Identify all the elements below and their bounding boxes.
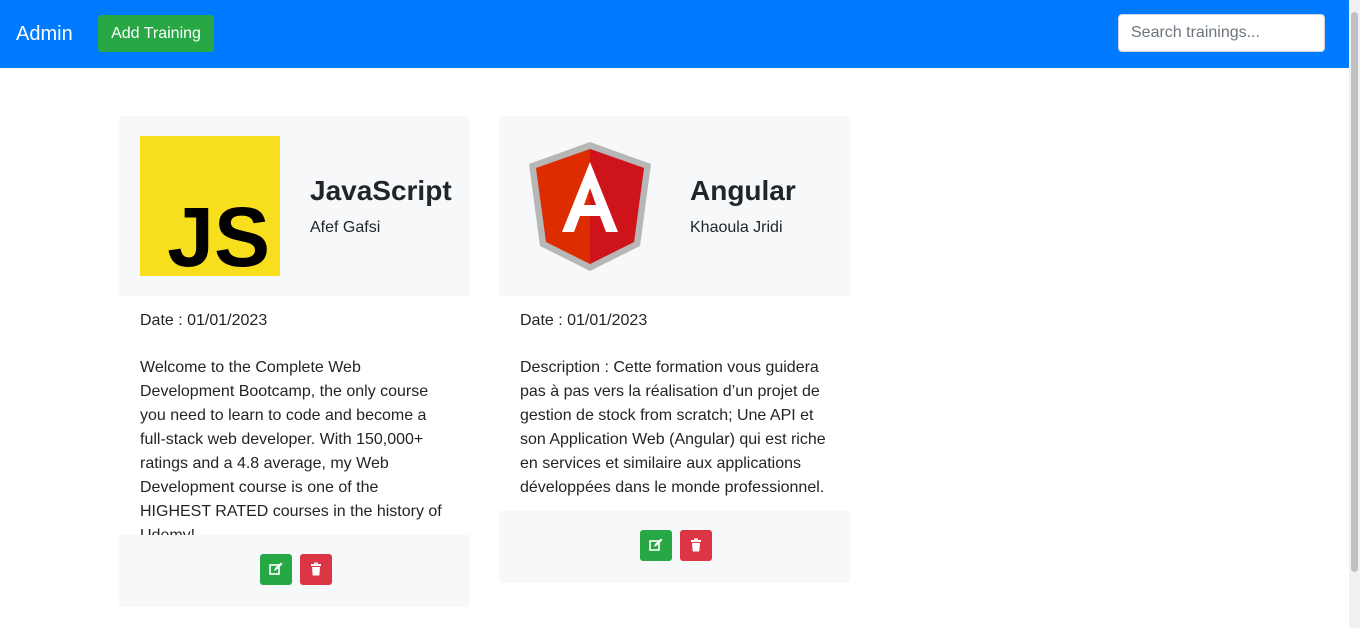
training-card: Angular Khaoula Jridi Date : 01/01/2023 … [499, 116, 850, 583]
training-description: Welcome to the Complete Web Development … [140, 359, 442, 544]
add-training-button[interactable]: Add Training [98, 15, 214, 52]
training-title: JavaScript [310, 175, 452, 206]
training-author: Khaoula Jridi [690, 219, 783, 236]
trash-icon [311, 562, 321, 576]
training-description: Description : Cette formation vous guide… [520, 359, 826, 496]
card-header: Angular Khaoula Jridi [499, 116, 850, 296]
card-footer [119, 535, 470, 607]
navbar-brand[interactable]: Admin [16, 21, 73, 47]
delete-button[interactable] [300, 554, 332, 585]
javascript-logo-icon: JS [140, 136, 280, 276]
js-logo-text: JS [167, 190, 270, 276]
card-header: JS JavaScript Afef Gafsi [119, 116, 470, 296]
trash-icon [691, 538, 701, 552]
edit-icon [649, 538, 663, 551]
training-date: Date : 01/01/2023 [520, 312, 648, 329]
angular-logo-icon [529, 142, 651, 271]
scrollbar-thumb[interactable] [1351, 12, 1358, 572]
training-card: JS JavaScript Afef Gafsi Date : 01/01/20… [119, 116, 470, 607]
edit-button[interactable] [260, 554, 292, 585]
delete-button[interactable] [680, 530, 712, 561]
edit-icon [269, 562, 283, 575]
search-input[interactable] [1118, 14, 1325, 52]
training-date: Date : 01/01/2023 [140, 312, 268, 329]
training-title: Angular [690, 175, 796, 206]
training-author: Afef Gafsi [310, 219, 381, 236]
navbar: Admin Add Training [0, 0, 1349, 68]
card-footer [499, 511, 850, 583]
edit-button[interactable] [640, 530, 672, 561]
